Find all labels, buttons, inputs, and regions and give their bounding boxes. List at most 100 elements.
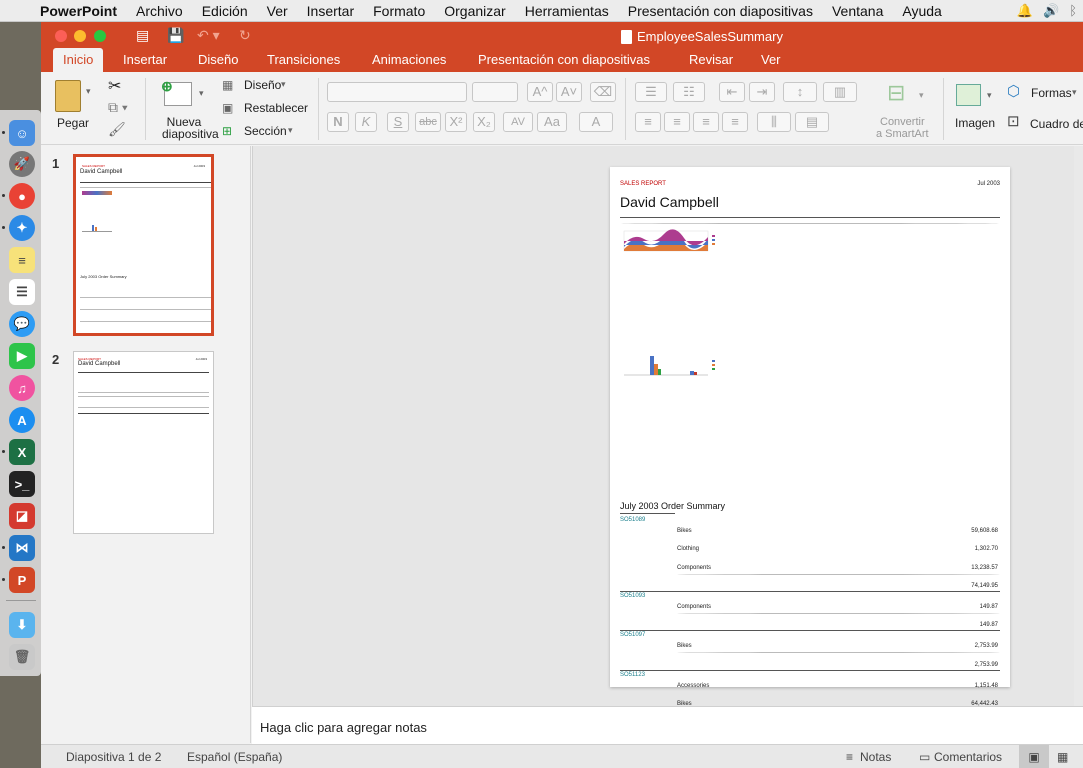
sidebar-toggle-icon[interactable]: ▤ xyxy=(136,27,149,44)
itunes-icon[interactable]: ♫ xyxy=(9,375,35,401)
image-dropdown-icon[interactable]: ▾ xyxy=(987,90,992,101)
new-slide-label[interactable]: Nueva diapositiva xyxy=(162,116,219,140)
font-color-icon[interactable]: A xyxy=(579,112,613,132)
shapes-label[interactable]: Formas xyxy=(1031,86,1072,100)
app-store-icon[interactable]: A xyxy=(9,407,35,433)
menu-formato[interactable]: Formato xyxy=(373,3,425,19)
font-name-select[interactable] xyxy=(327,82,467,102)
subscript-button[interactable]: X₂ xyxy=(473,112,495,132)
menu-organizar[interactable]: Organizar xyxy=(444,3,505,19)
decrease-font-icon[interactable]: A˅ xyxy=(556,82,582,102)
textbox-icon[interactable]: ⊡ xyxy=(1007,112,1020,130)
align-text-icon[interactable]: ▤ xyxy=(795,112,829,132)
facetime-icon[interactable]: ▶ xyxy=(9,343,35,369)
tab-transiciones[interactable]: Transiciones xyxy=(257,48,350,72)
tab-revisar[interactable]: Revisar xyxy=(679,48,743,72)
char-spacing-icon[interactable]: AV xyxy=(503,112,533,132)
tab-presentacion[interactable]: Presentación con diapositivas xyxy=(468,48,660,72)
layout-dropdown-icon[interactable]: ▾ xyxy=(281,79,286,90)
image-label[interactable]: Imagen xyxy=(955,116,995,130)
downloads-folder-icon[interactable]: ⬇ xyxy=(9,612,35,638)
numbering-icon[interactable]: ☷ xyxy=(673,82,705,102)
menu-insertar[interactable]: Insertar xyxy=(307,3,354,19)
format-painter-icon[interactable]: 🖌 xyxy=(108,121,126,138)
finder-icon[interactable]: ☺ xyxy=(2,120,35,146)
summary-title[interactable]: July 2003 Order Summary xyxy=(620,501,725,511)
text-direction-icon[interactable]: ⫼ xyxy=(757,112,791,132)
increase-indent-icon[interactable]: ⇥ xyxy=(749,82,775,102)
redo-icon[interactable]: ↻ xyxy=(239,27,251,44)
decrease-indent-icon[interactable]: ⇤ xyxy=(719,82,745,102)
section-button[interactable]: Sección xyxy=(244,124,287,138)
shapes-dropdown-icon[interactable]: ▾ xyxy=(1072,87,1077,98)
tab-inicio[interactable]: Inicio xyxy=(53,48,104,72)
vertical-scrollbar[interactable] xyxy=(1074,146,1083,706)
bullets-icon[interactable]: ☰ xyxy=(635,82,667,102)
notes-toggle-icon[interactable]: ≡ xyxy=(846,750,853,764)
reset-button[interactable]: Restablecer xyxy=(244,101,308,115)
undo-icon[interactable]: ↶ ▾ xyxy=(197,27,220,44)
notes-placeholder[interactable]: Haga clic para agregar notas xyxy=(260,720,427,735)
comments-icon[interactable]: ▭ xyxy=(919,750,930,764)
menu-edicion[interactable]: Edición xyxy=(202,3,248,19)
underline-button[interactable]: S xyxy=(387,112,409,132)
align-right-icon[interactable]: ≡ xyxy=(693,112,719,132)
tab-diseno[interactable]: Diseño xyxy=(188,48,248,72)
safari-icon[interactable]: ✦ xyxy=(2,215,35,241)
justify-icon[interactable]: ≡ xyxy=(722,112,748,132)
chrome-icon[interactable]: ● xyxy=(2,183,35,209)
section-icon[interactable]: ⊞ xyxy=(222,124,232,138)
font-size-select[interactable] xyxy=(472,82,518,102)
align-left-icon[interactable]: ≡ xyxy=(635,112,661,132)
menu-archivo[interactable]: Archivo xyxy=(136,3,183,19)
reset-icon[interactable]: ▣ xyxy=(222,101,233,115)
comments-toggle[interactable]: Comentarios xyxy=(934,750,1002,764)
excel-icon[interactable]: X xyxy=(2,439,35,465)
align-center-icon[interactable]: ≡ xyxy=(664,112,690,132)
terminal-icon[interactable]: >_ xyxy=(9,471,35,497)
notes-toggle[interactable]: Notas xyxy=(860,750,891,764)
image-icon[interactable] xyxy=(956,84,981,106)
line-spacing-icon[interactable]: ↕ xyxy=(783,82,817,102)
bar-chart-image[interactable] xyxy=(620,351,720,381)
new-slide-dropdown-icon[interactable]: ▾ xyxy=(199,88,204,99)
menu-ver[interactable]: Ver xyxy=(267,3,288,19)
tab-ver[interactable]: Ver xyxy=(751,48,791,72)
cut-icon[interactable]: ✂ xyxy=(108,76,121,96)
smartart-dropdown-icon[interactable]: ▾ xyxy=(919,90,924,101)
menu-presentacion[interactable]: Presentación con diapositivas xyxy=(628,3,813,19)
tab-insertar[interactable]: Insertar xyxy=(113,48,177,72)
volume-icon[interactable]: 🔊 xyxy=(1043,3,1059,19)
convert-smartart-label-1[interactable]: Convertir xyxy=(880,116,925,128)
vscode-icon[interactable]: ⋈ xyxy=(2,535,35,561)
area-chart-image[interactable] xyxy=(620,229,720,257)
notes-pane[interactable]: Haga clic para agregar notas xyxy=(252,706,1083,744)
italic-button[interactable]: K xyxy=(355,112,377,132)
increase-font-icon[interactable]: A^ xyxy=(527,82,553,102)
columns-icon[interactable]: ▥ xyxy=(823,82,857,102)
slide-thumbnail-1[interactable]: SALES REPORT Jul 2003 David Campbell Jul… xyxy=(73,154,214,336)
menu-app-name[interactable]: PowerPoint xyxy=(40,3,117,19)
powerpoint-icon[interactable]: P xyxy=(2,567,35,593)
textbox-label[interactable]: Cuadro de xyxy=(1030,117,1083,131)
convert-smartart-label-2[interactable]: a SmartArt xyxy=(876,128,929,140)
section-dropdown-icon[interactable]: ▾ xyxy=(288,125,293,136)
strikethrough-button[interactable]: abc xyxy=(415,112,441,132)
layout-icon[interactable]: ▦ xyxy=(222,78,233,92)
clear-format-icon[interactable]: ⌫ xyxy=(590,82,616,102)
paste-icon[interactable] xyxy=(55,80,81,112)
language-status[interactable]: Español (España) xyxy=(187,750,282,764)
bold-button[interactable]: N xyxy=(327,112,349,132)
notes-app-icon[interactable]: ≡ xyxy=(9,247,35,273)
shapes-icon[interactable]: ⬡ xyxy=(1007,82,1020,100)
tab-animaciones[interactable]: Animaciones xyxy=(362,48,456,72)
slide-editor[interactable]: SALES REPORT Jul 2003 David Campbell Jul… xyxy=(252,146,1083,706)
trash-icon[interactable]: 🗑 xyxy=(9,644,35,670)
employee-name[interactable]: David Campbell xyxy=(620,194,719,210)
reminders-icon[interactable]: ☰ xyxy=(9,279,35,305)
layout-button[interactable]: Diseño xyxy=(244,78,281,92)
close-window-button[interactable] xyxy=(55,30,67,42)
superscript-button[interactable]: X² xyxy=(445,112,467,132)
smartart-icon[interactable]: ⊟ xyxy=(887,80,905,106)
normal-view-icon[interactable]: ▣ xyxy=(1019,745,1049,768)
